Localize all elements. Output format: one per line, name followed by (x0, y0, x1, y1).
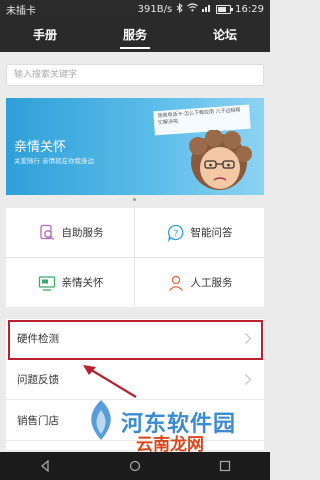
status-icons: 391B/s 16:29 (137, 2, 264, 16)
carrier-label: 未插卡 (6, 5, 36, 17)
annotation-highlight-box (8, 320, 263, 360)
service-label: 智能问答 (190, 227, 233, 239)
service-label: 人工服务 (190, 277, 233, 289)
service-grid: 自助服务 ? 智能问答 亲情关怀 人工服务 (6, 208, 264, 307)
signal-icon (202, 3, 212, 15)
service-self-help[interactable]: 自助服务 (6, 208, 135, 257)
banner-title: 亲情关怀 (14, 140, 67, 155)
battery-icon (216, 4, 234, 14)
banner-subtitle: 关爱随行 亲情就在你我身边 (14, 157, 95, 165)
list-item-label: 销售门店 (17, 415, 59, 427)
service-label: 亲情关怀 (61, 277, 104, 289)
watermark-logo (91, 400, 111, 440)
annotation-arrow (83, 365, 137, 398)
wifi-icon (187, 3, 199, 15)
search-input[interactable]: 输入搜索关键字 (6, 64, 264, 86)
tab-service[interactable]: 服务 (90, 18, 180, 52)
service-family-care[interactable]: 亲情关怀 (6, 258, 135, 307)
tab-manual[interactable]: 手册 (0, 18, 90, 52)
person-icon (168, 275, 183, 291)
battery-level (218, 6, 227, 12)
recents-icon[interactable] (219, 460, 231, 472)
back-icon[interactable] (39, 460, 51, 472)
service-human-support[interactable]: 人工服务 (135, 258, 264, 307)
service-label: 自助服务 (61, 227, 104, 239)
system-nav-bar (0, 452, 270, 480)
service-smart-qa[interactable]: ? 智能问答 (135, 208, 264, 257)
chevron-right-icon (245, 374, 252, 385)
question-bubble-icon: ? (167, 224, 183, 242)
svg-text:?: ? (173, 229, 178, 239)
magnifier-doc-icon (39, 224, 54, 240)
carousel-indicator (133, 198, 136, 201)
bluetooth-icon (176, 2, 183, 16)
list-item-label: 问题反馈 (17, 374, 59, 386)
monitor-icon (38, 275, 55, 291)
net-speed: 391B/s (137, 3, 173, 15)
top-tab-bar: 手册 服务 论坛 (0, 18, 270, 52)
grandma-illustration (189, 130, 252, 190)
tab-forum[interactable]: 论坛 (180, 18, 270, 52)
home-icon[interactable] (129, 460, 141, 472)
promo-banner[interactable]: 爸爸电话卡·怎么下载应用 儿子远程帮忙解决啦 亲情关怀 关爱随行 亲情就在你我身… (6, 98, 264, 195)
status-bar: 未插卡 391B/s 16:29 (0, 0, 270, 18)
clock: 16:29 (235, 3, 264, 15)
